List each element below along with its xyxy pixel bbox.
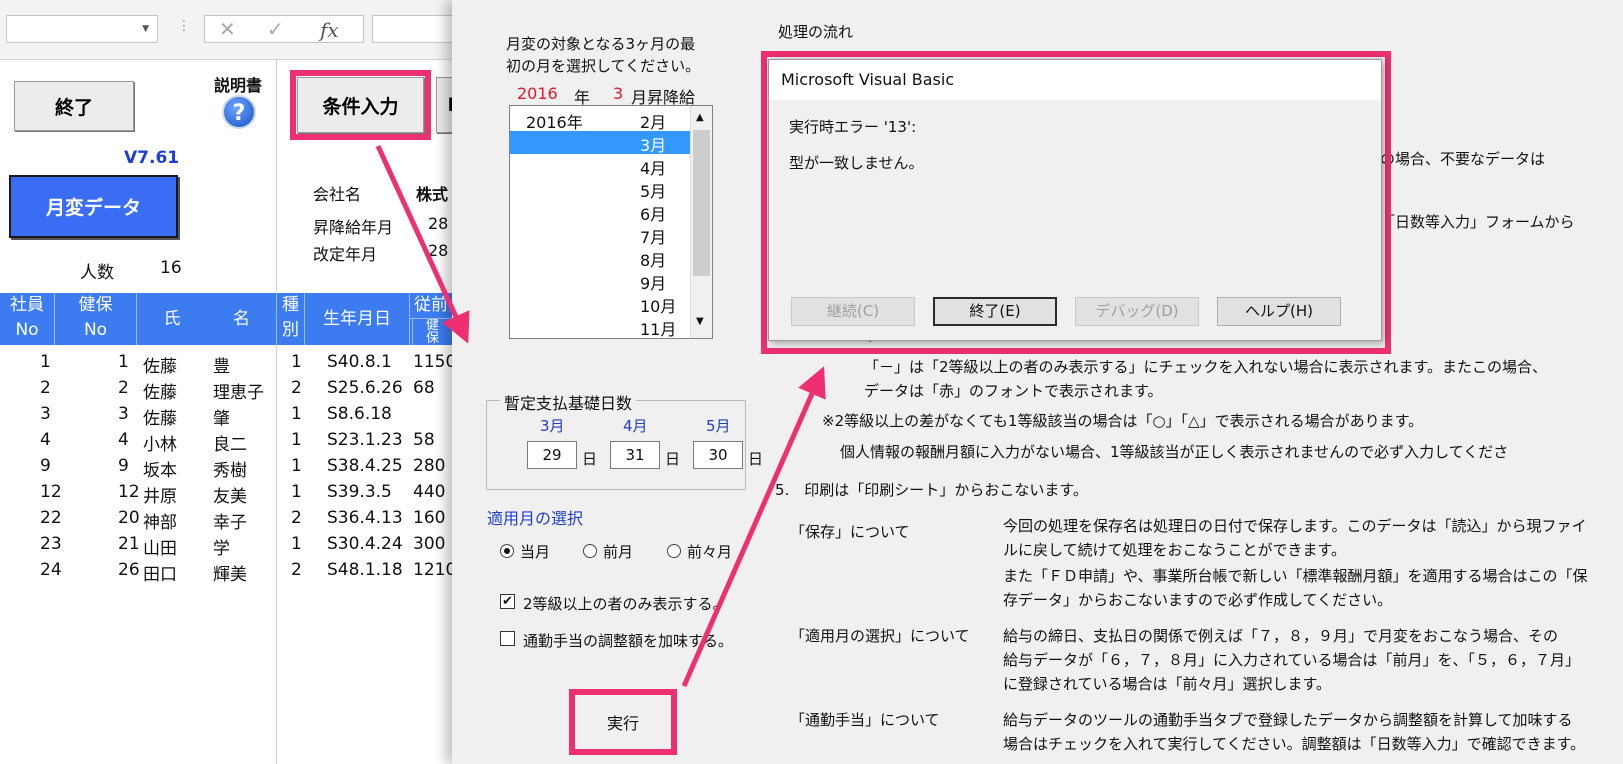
arrow-to-error xyxy=(681,366,826,688)
error-line-1: 実行時エラー '13': xyxy=(789,118,917,136)
error-dialog-title: Microsoft Visual Basic xyxy=(769,60,1381,100)
error-line-2: 型が一致しません。 xyxy=(789,154,924,172)
debug-button[interactable]: デバッグ(D) xyxy=(1075,297,1199,326)
arrow-to-form xyxy=(375,144,470,344)
end-dialog-button[interactable]: 終了(E) xyxy=(933,297,1057,326)
continue-button[interactable]: 継続(C) xyxy=(791,297,915,326)
help-button[interactable]: ヘルプ(H) xyxy=(1217,297,1341,326)
error-dialog: Microsoft Visual Basic 実行時エラー '13': 型が一致… xyxy=(768,59,1382,341)
